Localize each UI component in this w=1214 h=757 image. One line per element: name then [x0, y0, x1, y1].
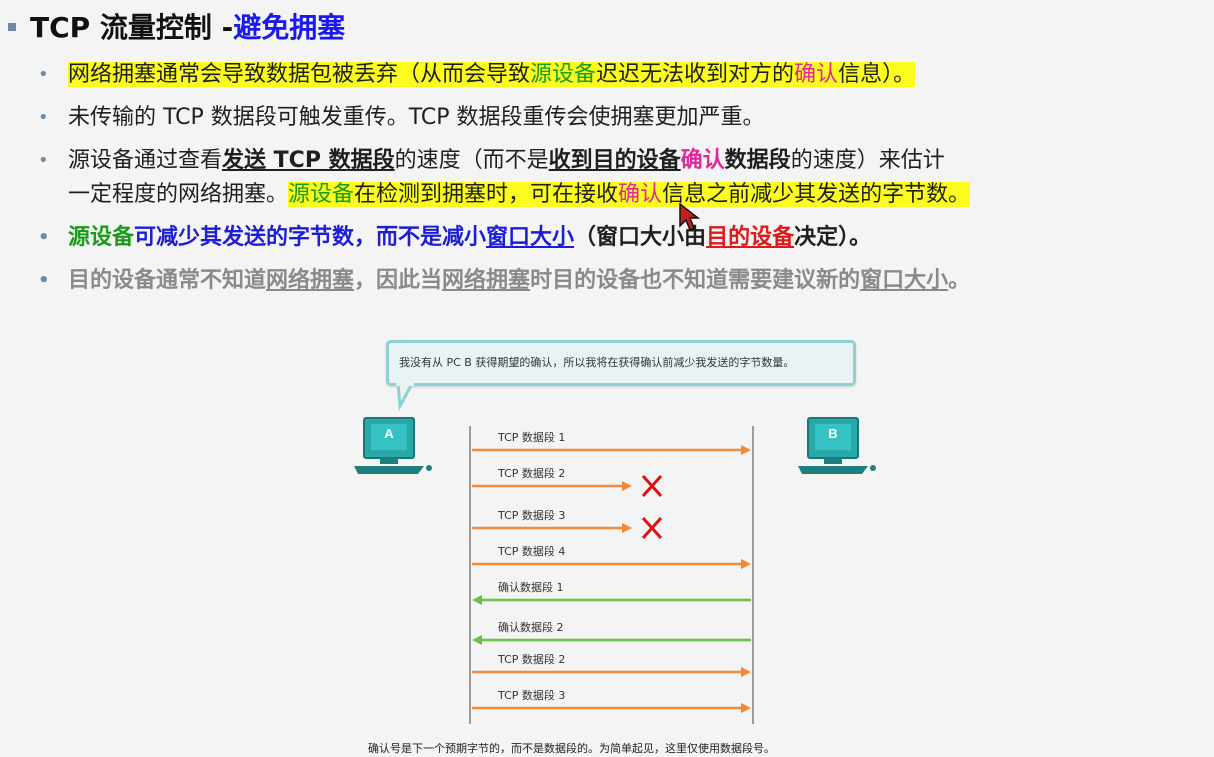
pc-a-label: A — [384, 426, 394, 441]
slide-title: TCP 流量控制 - 避免拥塞 — [8, 6, 345, 46]
segment-label-1: TCP 数据段 1 — [497, 430, 565, 444]
bullet-5-text-a: 目的设备通常不知道 — [68, 268, 267, 293]
segment-arrow-head-3 — [622, 523, 632, 533]
bullet-3-send-tcp: 发送 TCP 数据段 — [222, 148, 395, 173]
bullet-4: 源设备可减少其发送的字节数，而不是减小窗口大小（窗口大小由目的设备决定）。 — [38, 221, 1208, 255]
bullet-3-text-e: 在检测到拥塞时，可在接收 — [354, 182, 619, 207]
bullet-3-text-b: 的速度（而不是 — [394, 148, 549, 173]
bullet-3: 源设备通过查看发送 TCP 数据段的速度（而不是收到目的设备确认数据段的速度）来… — [38, 144, 1208, 212]
bullet-list: 网络拥塞通常会导致数据包被丢弃（从而会导致源设备迟迟无法收到对方的确认信息）。 … — [38, 58, 1208, 307]
segment-label-2: TCP 数据段 2 — [497, 466, 565, 480]
bullet-1-ack: 确认 — [794, 62, 839, 87]
segment-arrow-head-1 — [741, 445, 751, 455]
bullet-3-recv-dest: 收到目的设备 — [548, 148, 681, 173]
pc-b-label: B — [828, 426, 837, 441]
bullet-4-dest-device: 目的设备 — [706, 225, 795, 250]
bullet-5-text-c: 时目的设备也不知道需要建议新的 — [530, 268, 861, 293]
diagram-canvas: A B TCP 数据段 1 TCP 数据段 2 TCP 数据段 3 TCP 数据段 4… — [354, 381, 876, 724]
bullet-3-text-d: 一定程度的网络拥塞。 — [68, 182, 289, 207]
segment-label-5: 确认数据段 1 — [498, 580, 564, 594]
title-bullet-icon — [8, 23, 16, 31]
callout-pointer — [396, 382, 415, 412]
bullet-2: 未传输的 TCP 数据段可触发重传。TCP 数据段重传会使拥塞更加严重。 — [38, 101, 1208, 135]
title-main: TCP 流量控制 - — [30, 11, 234, 44]
bullet-1-text-b: 迟迟无法收到对方的 — [596, 62, 795, 87]
bullet-5-congestion-1: 网络拥塞 — [266, 268, 355, 293]
bullet-4-source-device: 源设备 — [68, 225, 135, 250]
segment-label-6: 确认数据段 2 — [498, 620, 564, 634]
segment-label-4: TCP 数据段 4 — [497, 544, 565, 558]
segment-arrow-head-7 — [741, 667, 751, 677]
bullet-3-text-f: 信息之前减少其发送的字节数。 — [662, 182, 971, 207]
bullet-3-ack-2: 确认 — [618, 182, 663, 207]
bullet-3-source-device: 源设备 — [288, 182, 355, 207]
bullet-1-highlight: 网络拥塞通常会导致数据包被丢弃（从而会导致源设备迟迟无法收到对方的确认信息）。 — [68, 62, 916, 87]
segment-label-8: TCP 数据段 3 — [497, 688, 565, 702]
bullet-4-text-c: 决定）。 — [794, 225, 872, 250]
bullet-4-window-size: 窗口大小 — [486, 225, 575, 250]
bullet-5-congestion-2: 网络拥塞 — [442, 268, 531, 293]
segment-label-3: TCP 数据段 3 — [497, 508, 565, 522]
bullet-2-text: 未传输的 TCP 数据段可触发重传。TCP 数据段重传会使拥塞更加严重。 — [68, 105, 765, 130]
bullet-3-segment: 数据段 — [724, 148, 791, 173]
diagram-caption: 确认号是下一个预期字节的，而不是数据段的。为简单起见，这里仅使用数据段号。 — [368, 742, 775, 755]
bullet-1-text-a: 网络拥塞通常会导致数据包被丢弃（从而会导致 — [68, 62, 531, 87]
bullet-3-ack: 确认 — [680, 148, 725, 173]
segment-arrows: TCP 数据段 1 TCP 数据段 2 TCP 数据段 3 TCP 数据段 4 确认数据… — [472, 430, 751, 713]
bullet-5-text-d: 。 — [948, 268, 971, 293]
segment-arrow-head-6 — [472, 635, 482, 645]
bullet-5: 目的设备通常不知道网络拥塞，因此当网络拥塞时目的设备也不知道需要建议新的窗口大小… — [38, 264, 1208, 298]
bullet-5-window-size: 窗口大小 — [860, 268, 949, 293]
bullet-3-highlight: 源设备在检测到拥塞时，可在接收确认信息之前减少其发送的字节数。 — [288, 182, 971, 207]
callout-pointer-mask — [396, 381, 414, 386]
mouse-cursor-icon — [679, 202, 700, 232]
bullet-1-source-device: 源设备 — [530, 62, 597, 87]
segment-arrow-head-2 — [622, 481, 632, 491]
segment-label-7: TCP 数据段 2 — [497, 652, 565, 666]
tcp-congestion-diagram: 我没有从 PC B 获得期望的确认，所以我将在获得确认前减少我发送的字节数量。 … — [340, 338, 880, 757]
segment-arrow-head-5 — [472, 595, 482, 605]
bullet-3-text-a: 源设备通过查看 — [68, 148, 223, 173]
bullet-5-text-b: ，因此当 — [354, 268, 443, 293]
bullet-3-text-c: 的速度）来估计 — [790, 148, 945, 173]
title-accent: 避免拥塞 — [233, 11, 346, 44]
segment-arrow-head-8 — [741, 703, 751, 713]
bullet-1: 网络拥塞通常会导致数据包被丢弃（从而会导致源设备迟迟无法收到对方的确认信息）。 — [38, 58, 1208, 92]
segment-arrow-head-4 — [741, 559, 751, 569]
bullet-1-text-c: 信息）。 — [838, 62, 916, 87]
bullet-4-text-a: 可减少其发送的字节数，而不是减小 — [134, 225, 487, 250]
